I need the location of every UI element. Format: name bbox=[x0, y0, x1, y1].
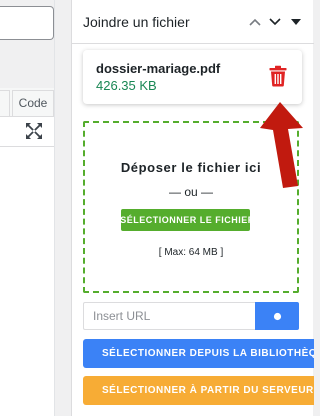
caret-down-icon bbox=[291, 19, 301, 25]
move-down-button[interactable] bbox=[266, 13, 284, 31]
chevron-down-icon bbox=[269, 18, 281, 26]
file-size: 426.35 KB bbox=[96, 78, 157, 93]
attach-file-panel: Joindre un fichier dossier-mariage.pdf 4… bbox=[71, 0, 314, 416]
panel-title: Joindre un fichier bbox=[83, 14, 190, 30]
tab-code[interactable]: Code bbox=[12, 90, 54, 117]
chevron-up-icon bbox=[249, 18, 261, 26]
tab-visual[interactable] bbox=[0, 90, 10, 117]
trash-icon[interactable] bbox=[269, 65, 287, 87]
toggle-panel-button[interactable] bbox=[287, 13, 305, 31]
move-up-button[interactable] bbox=[246, 13, 264, 31]
max-size-note: [ Max: 64 MB ] bbox=[158, 247, 224, 258]
column-divider bbox=[54, 0, 55, 416]
panel-header: Joindre un fichier bbox=[72, 0, 314, 44]
title-input-fragment[interactable] bbox=[0, 6, 54, 40]
select-file-button[interactable]: SÉLECTIONNER LE FICHIER bbox=[120, 209, 254, 231]
file-name: dossier-mariage.pdf bbox=[96, 61, 221, 76]
url-input[interactable] bbox=[83, 302, 255, 330]
expand-arrows-icon[interactable] bbox=[25, 122, 43, 140]
select-file-button-label: SÉLECTIONNER LE FICHIER bbox=[120, 215, 255, 225]
url-submit-button[interactable] bbox=[255, 302, 299, 330]
select-from-server-button[interactable]: SÉLECTIONNER À PARTIR DU SERVEUR bbox=[83, 376, 314, 405]
annotation-arrow bbox=[260, 102, 303, 188]
dot-icon bbox=[273, 312, 281, 320]
attached-file-card: dossier-mariage.pdf 426.35 KB bbox=[83, 50, 302, 104]
select-from-library-button[interactable]: SÉLECTIONNER DEPUIS LA BIBLIOTHÈQUE bbox=[83, 339, 314, 368]
